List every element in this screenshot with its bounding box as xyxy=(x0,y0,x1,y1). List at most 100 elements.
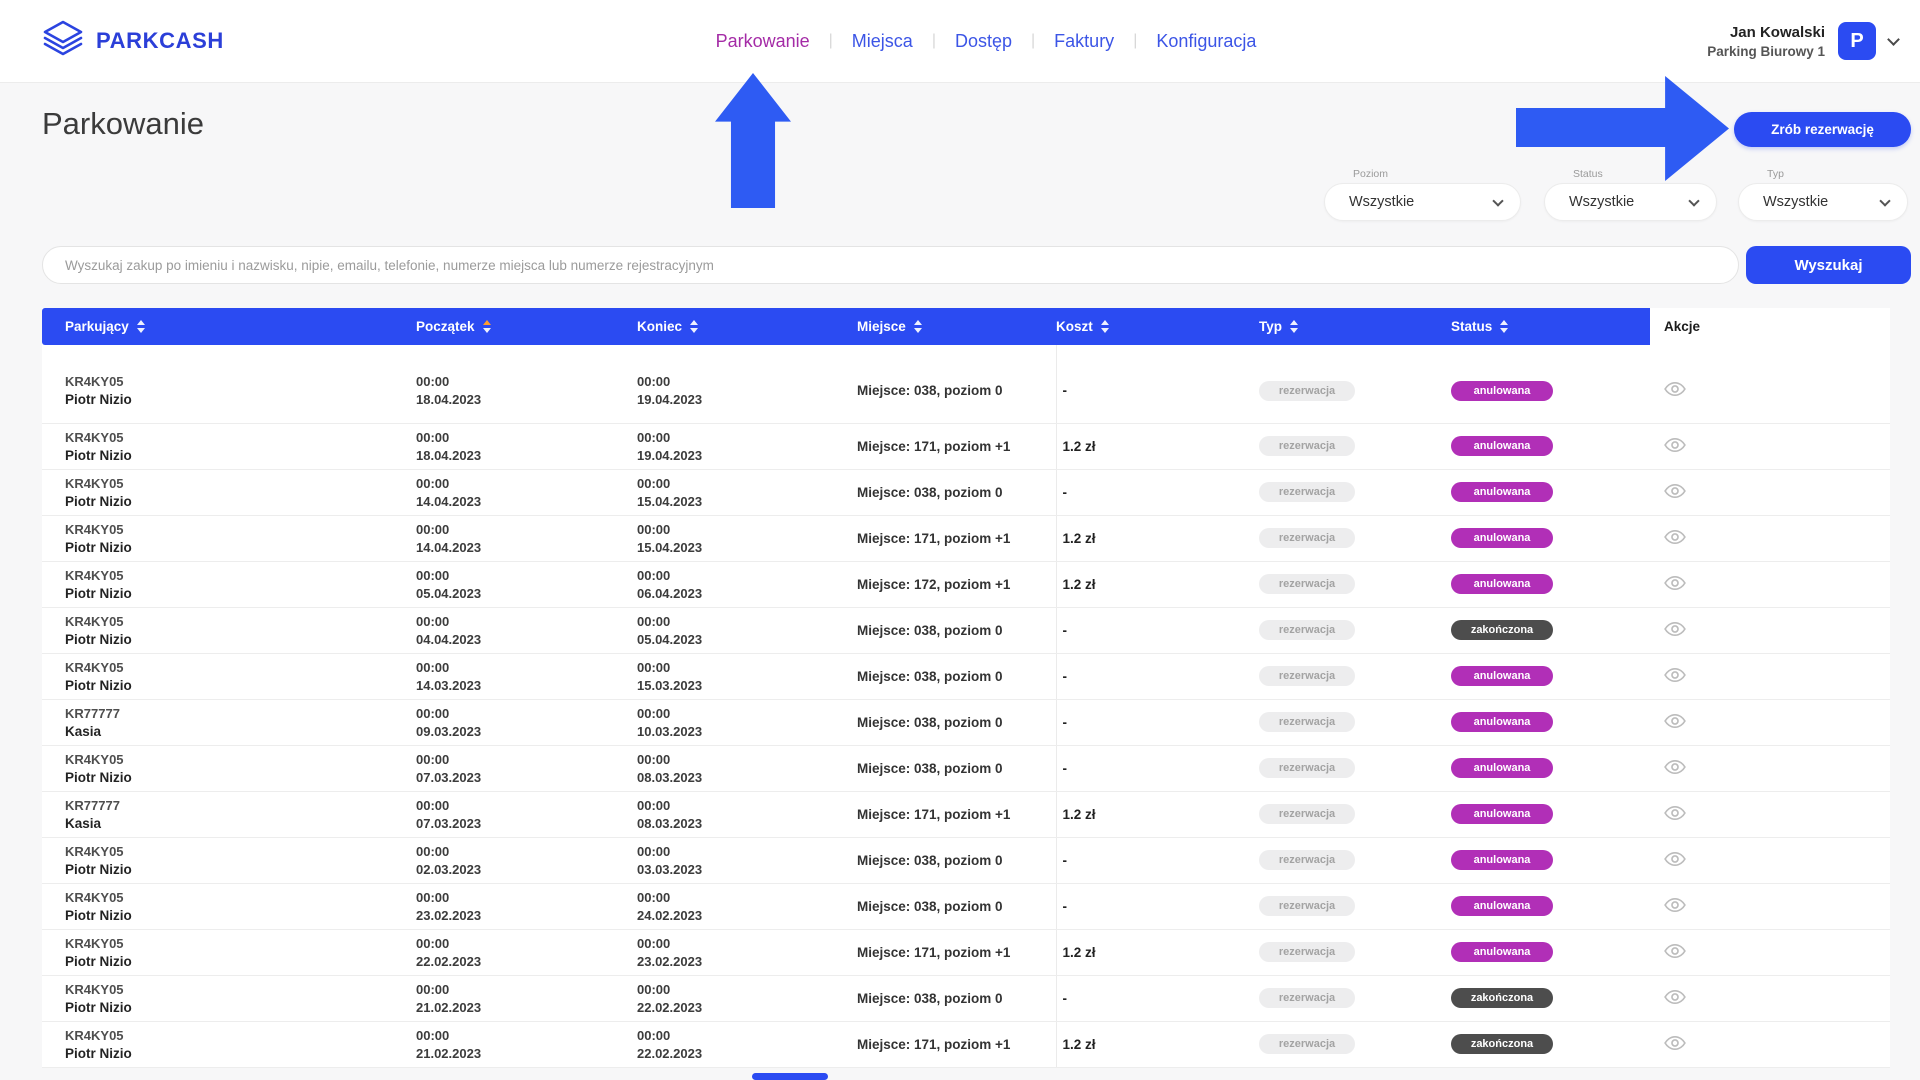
chevron-down-icon[interactable] xyxy=(1887,33,1900,46)
start-cell: 00:00 23.02.2023 xyxy=(416,883,637,929)
parker-name: Piotr Nizio xyxy=(65,678,412,693)
place-cell: Miejsce: 171, poziom +1 xyxy=(857,515,1056,561)
filter-status[interactable]: Status Wszystkie xyxy=(1544,183,1717,221)
table-row[interactable]: KR4KY05 Piotr Nizio 00:00 23.02.2023 00:… xyxy=(42,883,1890,929)
type-badge: rezerwacja xyxy=(1259,620,1355,640)
column-header-typ[interactable]: Typ xyxy=(1259,308,1451,345)
type-cell: rezerwacja xyxy=(1259,975,1451,1021)
start-cell: 00:00 07.03.2023 xyxy=(416,791,637,837)
nav-miejsca[interactable]: Miejsca xyxy=(852,31,913,52)
place-cell: Miejsce: 171, poziom +1 xyxy=(857,423,1056,469)
make-reservation-button[interactable]: Zrób rezerwację xyxy=(1734,112,1911,147)
chevron-down-icon xyxy=(1688,195,1699,206)
table-row[interactable]: KR4KY05 Piotr Nizio 00:00 14.03.2023 00:… xyxy=(42,653,1890,699)
cost-cell: - xyxy=(1056,469,1259,515)
eye-icon[interactable] xyxy=(1664,483,1686,499)
actions-cell xyxy=(1650,515,1890,561)
actions-cell xyxy=(1650,469,1890,515)
filter-label: Poziom xyxy=(1353,168,1388,180)
column-header-miejsce[interactable]: Miejsce xyxy=(857,308,1056,345)
parker-cell: KR4KY05 Piotr Nizio xyxy=(42,975,416,1021)
table-row[interactable]: KR4KY05 Piotr Nizio 00:00 21.02.2023 00:… xyxy=(42,975,1890,1021)
column-header-akcje: Akcje xyxy=(1650,308,1890,345)
table-row[interactable]: KR77777 Kasia 00:00 09.03.2023 00:00 10.… xyxy=(42,699,1890,745)
table-row[interactable]: KR4KY05 Piotr Nizio 00:00 07.03.2023 00:… xyxy=(42,745,1890,791)
place-cell: Miejsce: 171, poziom +1 xyxy=(857,929,1056,975)
eye-icon[interactable] xyxy=(1664,943,1686,959)
horizontal-scrollbar-thumb[interactable] xyxy=(752,1073,828,1080)
table-row[interactable]: KR4KY05 Piotr Nizio 00:00 18.04.2023 00:… xyxy=(42,345,1890,423)
end-time: 00:00 xyxy=(637,476,853,491)
column-header-status[interactable]: Status xyxy=(1451,308,1650,345)
column-header-poczatek[interactable]: Początek xyxy=(416,308,637,345)
eye-icon[interactable] xyxy=(1664,989,1686,1005)
start-time: 00:00 xyxy=(416,476,633,491)
filter-poziom[interactable]: Poziom Wszystkie xyxy=(1324,183,1521,221)
eye-icon[interactable] xyxy=(1664,381,1686,397)
end-date: 10.03.2023 xyxy=(637,724,853,739)
search-input[interactable] xyxy=(42,246,1739,284)
eye-icon[interactable] xyxy=(1664,667,1686,683)
start-date: 14.03.2023 xyxy=(416,678,633,693)
end-cell: 00:00 23.02.2023 xyxy=(637,929,857,975)
table-row[interactable]: KR4KY05 Piotr Nizio 00:00 05.04.2023 00:… xyxy=(42,561,1890,607)
eye-icon[interactable] xyxy=(1664,575,1686,591)
end-cell: 00:00 03.03.2023 xyxy=(637,837,857,883)
eye-icon[interactable] xyxy=(1664,851,1686,867)
start-date: 04.04.2023 xyxy=(416,632,633,647)
status-badge: anulowana xyxy=(1451,896,1553,916)
status-cell: anulowana xyxy=(1451,791,1650,837)
end-time: 00:00 xyxy=(637,660,853,675)
column-header-koszt[interactable]: Koszt xyxy=(1056,308,1259,345)
eye-icon[interactable] xyxy=(1664,713,1686,729)
end-date: 23.02.2023 xyxy=(637,954,853,969)
search-button[interactable]: Wyszukaj xyxy=(1746,246,1911,284)
status-cell: anulowana xyxy=(1451,423,1650,469)
eye-icon[interactable] xyxy=(1664,805,1686,821)
start-date: 21.02.2023 xyxy=(416,1000,633,1015)
start-date: 22.02.2023 xyxy=(416,954,633,969)
sort-icon xyxy=(137,320,145,333)
place-cell: Miejsce: 172, poziom +1 xyxy=(857,561,1056,607)
table-row[interactable]: KR4KY05 Piotr Nizio 00:00 18.04.2023 00:… xyxy=(42,423,1890,469)
filter-typ[interactable]: Typ Wszystkie xyxy=(1738,183,1908,221)
column-header-parkujacy[interactable]: Parkujący xyxy=(42,308,416,345)
type-badge: rezerwacja xyxy=(1259,896,1355,916)
nav-konfiguracja[interactable]: Konfiguracja xyxy=(1156,31,1256,52)
type-cell: rezerwacja xyxy=(1259,745,1451,791)
nav-dostep[interactable]: Dostęp xyxy=(955,31,1012,52)
chevron-down-icon xyxy=(1879,195,1890,206)
eye-icon[interactable] xyxy=(1664,529,1686,545)
type-cell: rezerwacja xyxy=(1259,561,1451,607)
eye-icon[interactable] xyxy=(1664,621,1686,637)
actions-cell xyxy=(1650,975,1890,1021)
column-header-koniec[interactable]: Koniec xyxy=(637,308,857,345)
user-info: Jan Kowalski Parking Biurowy 1 xyxy=(1707,24,1825,59)
brand-logo[interactable]: PARKCASH xyxy=(0,19,224,64)
table-row[interactable]: KR4KY05 Piotr Nizio 00:00 04.04.2023 00:… xyxy=(42,607,1890,653)
table-row[interactable]: KR77777 Kasia 00:00 07.03.2023 00:00 08.… xyxy=(42,791,1890,837)
place-cell: Miejsce: 038, poziom 0 xyxy=(857,607,1056,653)
table-row[interactable]: KR4KY05 Piotr Nizio 00:00 21.02.2023 00:… xyxy=(42,1021,1890,1067)
type-badge: rezerwacja xyxy=(1259,712,1355,732)
table-row[interactable]: KR4KY05 Piotr Nizio 00:00 02.03.2023 00:… xyxy=(42,837,1890,883)
type-cell: rezerwacja xyxy=(1259,699,1451,745)
eye-icon[interactable] xyxy=(1664,897,1686,913)
table-row[interactable]: KR4KY05 Piotr Nizio 00:00 22.02.2023 00:… xyxy=(42,929,1890,975)
license-plate: KR4KY05 xyxy=(65,476,412,491)
end-time: 00:00 xyxy=(637,568,853,583)
eye-icon[interactable] xyxy=(1664,437,1686,453)
nav-parkowanie[interactable]: Parkowanie xyxy=(716,31,810,52)
nav-faktury[interactable]: Faktury xyxy=(1054,31,1114,52)
avatar[interactable]: P xyxy=(1838,22,1876,60)
user-menu[interactable]: Jan Kowalski Parking Biurowy 1 P xyxy=(1707,22,1920,60)
column-label: Początek xyxy=(416,319,475,334)
nav-separator: | xyxy=(932,32,936,50)
status-cell: anulowana xyxy=(1451,837,1650,883)
actions-cell xyxy=(1650,1021,1890,1067)
table-row[interactable]: KR4KY05 Piotr Nizio 00:00 14.04.2023 00:… xyxy=(42,469,1890,515)
eye-icon[interactable] xyxy=(1664,1035,1686,1051)
cost-cell: - xyxy=(1056,975,1259,1021)
table-row[interactable]: KR4KY05 Piotr Nizio 00:00 14.04.2023 00:… xyxy=(42,515,1890,561)
eye-icon[interactable] xyxy=(1664,759,1686,775)
